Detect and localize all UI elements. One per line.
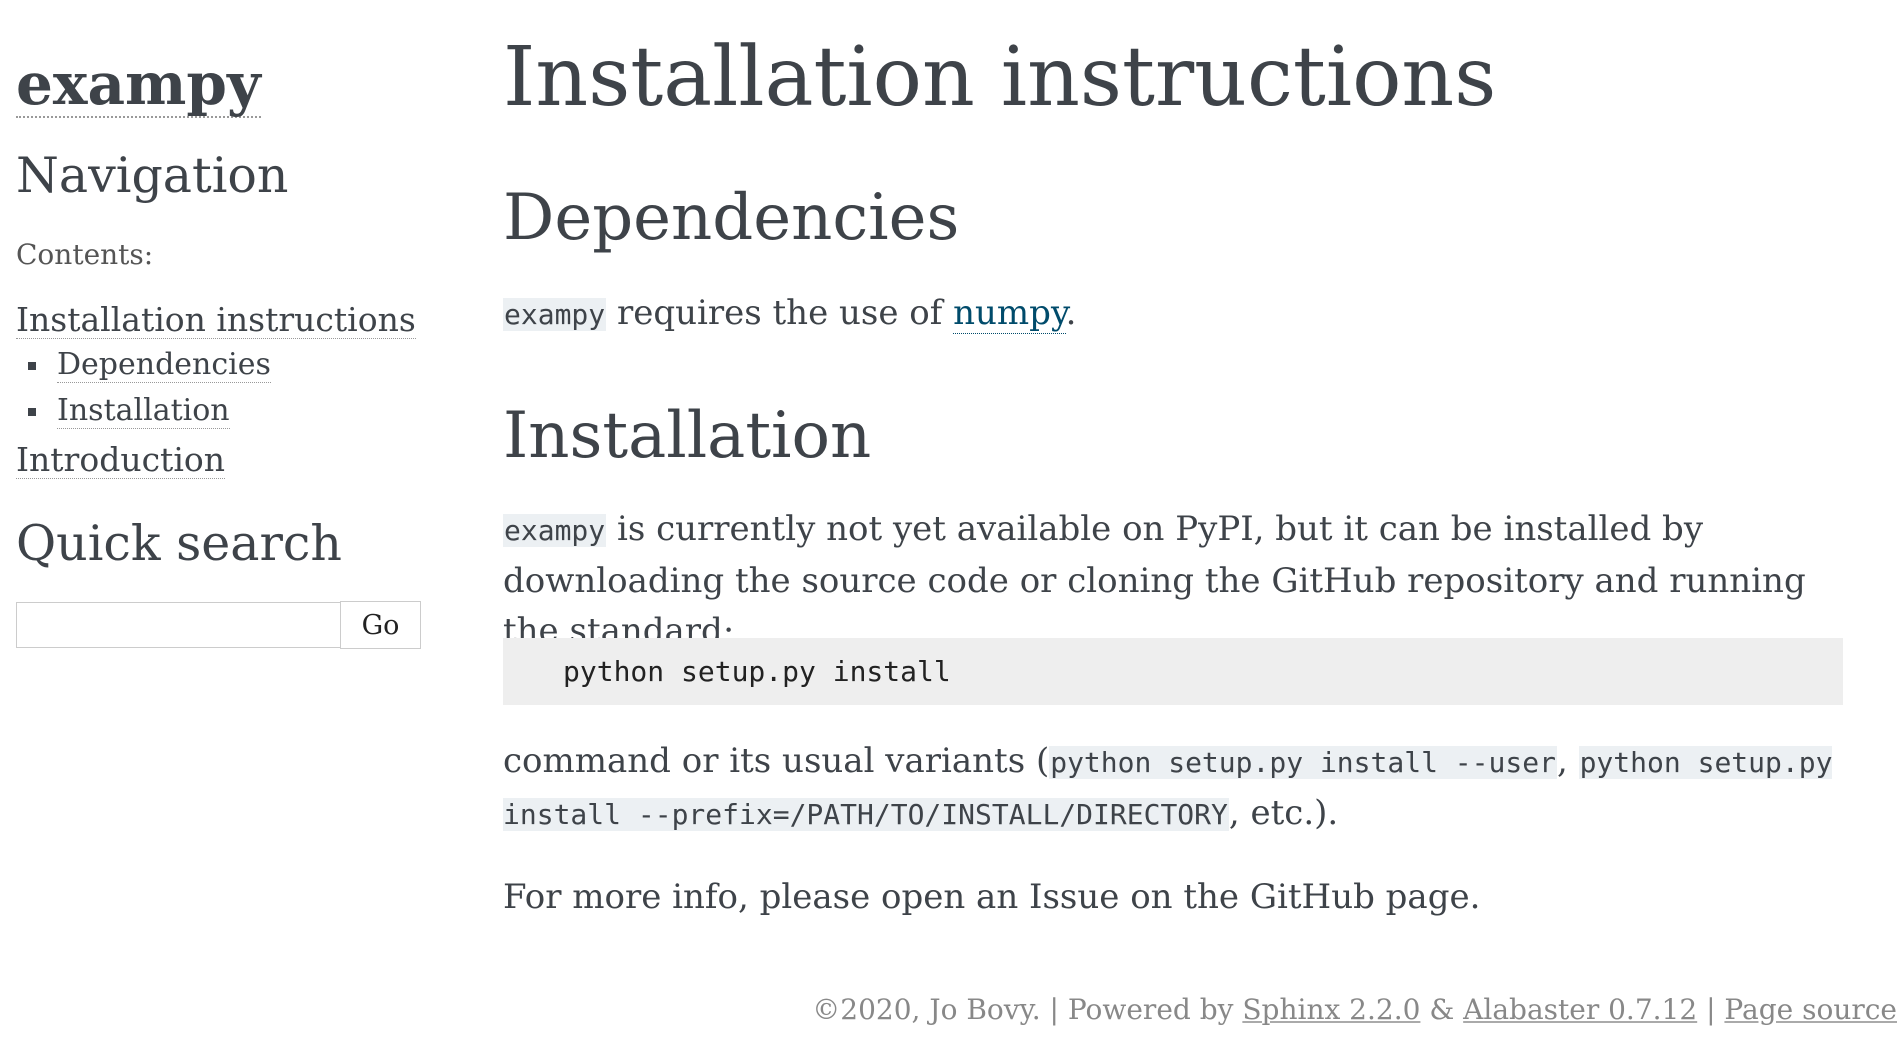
dependencies-heading: Dependencies	[503, 181, 960, 255]
dependencies-paragraph: exampy requires the use of numpy.	[503, 288, 1843, 340]
square-bullet-icon	[28, 408, 36, 416]
toc-link-installation[interactable]: Installation	[57, 393, 230, 429]
toc-item-installation-instructions[interactable]: Installation instructions	[16, 302, 416, 339]
search-go-button[interactable]: Go	[340, 601, 421, 649]
logo-link[interactable]: exampy	[16, 52, 261, 118]
footer-separator: |	[1040, 993, 1068, 1026]
footer-separator: |	[1697, 993, 1725, 1026]
inline-code-exampy: exampy	[503, 298, 607, 331]
dependencies-period: .	[1065, 293, 1077, 333]
dependencies-text: requires the use of	[606, 293, 954, 333]
alabaster-link[interactable]: Alabaster 0.7.12	[1463, 993, 1697, 1026]
installation-heading: Installation	[503, 399, 872, 473]
toc-link-dependencies[interactable]: Dependencies	[57, 347, 271, 383]
navigation-heading: Navigation	[16, 147, 289, 204]
inline-code-variant-user: python setup.py install --user	[1049, 746, 1557, 779]
page-title: Installation instructions	[503, 30, 1497, 125]
numpy-link[interactable]: numpy	[953, 293, 1066, 334]
toc-subitem-installation: Installation	[16, 390, 416, 436]
quick-search-heading: Quick search	[16, 515, 342, 572]
installation-text: is currently not yet available on PyPI, …	[503, 509, 1806, 651]
footer-ampersand: &	[1420, 993, 1464, 1026]
variants-prefix: command or its usual variants (	[503, 741, 1050, 781]
toc-sublist: Dependencies Installation	[16, 344, 416, 436]
toc-tree: Installation instructions Dependencies I…	[16, 300, 416, 480]
install-command-block: python setup.py install	[503, 638, 1843, 705]
search-input[interactable]	[16, 602, 340, 648]
installation-paragraph: exampy is currently not yet available on…	[503, 504, 1843, 656]
variants-separator: ,	[1556, 741, 1579, 781]
search-form: Go	[16, 601, 421, 649]
toc-subitem-dependencies: Dependencies	[16, 344, 416, 390]
toc-item-introduction[interactable]: Introduction	[16, 442, 225, 479]
variants-suffix: , etc.).	[1228, 793, 1339, 833]
variants-paragraph: command or its usual variants (python se…	[503, 736, 1843, 840]
footer-powered-by: Powered by	[1067, 993, 1243, 1026]
inline-code-exampy: exampy	[503, 514, 607, 547]
page-source-link[interactable]: Page source	[1724, 993, 1897, 1026]
square-bullet-icon	[28, 362, 36, 370]
contents-caption: Contents:	[16, 238, 154, 271]
footer: ©2020, Jo Bovy. | Powered by Sphinx 2.2.…	[812, 990, 1897, 1030]
footer-copyright: ©2020, Jo Bovy.	[812, 993, 1041, 1026]
sphinx-link[interactable]: Sphinx 2.2.0	[1242, 993, 1420, 1026]
more-info-paragraph: For more info, please open an Issue on t…	[503, 877, 1481, 917]
